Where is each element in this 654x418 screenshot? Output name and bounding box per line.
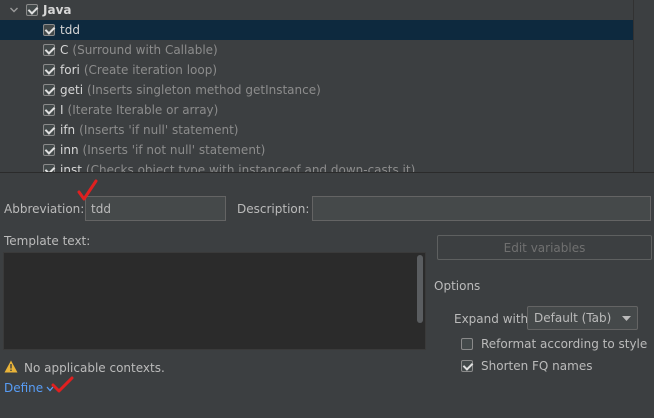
tree-item[interactable]: inst (Checks object type with instanceof… xyxy=(0,160,633,172)
description-label: Description: xyxy=(237,202,310,216)
item-abbreviation: tdd xyxy=(60,23,80,37)
annotation-checkmark xyxy=(51,376,74,393)
template-text-editor[interactable] xyxy=(3,252,426,350)
edit-variables-label: Edit variables xyxy=(503,240,586,255)
expand-with-label: Expand with xyxy=(454,312,529,326)
item-abbreviation: I xyxy=(60,103,64,117)
item-checkbox[interactable] xyxy=(43,24,55,36)
reformat-label: Reformat according to style xyxy=(481,337,648,351)
item-checkbox[interactable] xyxy=(43,144,55,156)
reformat-checkbox[interactable] xyxy=(461,338,473,350)
item-checkbox[interactable] xyxy=(43,84,55,96)
item-description: (Create iteration loop) xyxy=(83,63,218,77)
tree-item[interactable]: geti (Inserts singleton method getInstan… xyxy=(0,80,633,100)
item-checkbox[interactable] xyxy=(43,64,55,76)
item-abbreviation: geti xyxy=(60,83,84,97)
warning-text: No applicable contexts. xyxy=(24,361,165,375)
warning-icon xyxy=(4,360,18,376)
item-abbreviation: fori xyxy=(60,63,80,77)
abbreviation-input[interactable]: tdd xyxy=(85,196,226,221)
edit-variables-button[interactable]: Edit variables xyxy=(437,235,652,260)
panel-divider[interactable] xyxy=(0,172,654,173)
tree-group-java[interactable]: Java xyxy=(0,0,633,20)
reformat-option[interactable]: Reformat according to style xyxy=(461,337,647,351)
template-text-label: Template text: xyxy=(4,234,91,248)
define-label: Define xyxy=(4,381,44,395)
tree-item[interactable]: tdd xyxy=(0,20,633,40)
item-checkbox[interactable] xyxy=(43,124,55,136)
group-checkbox[interactable] xyxy=(26,4,38,16)
shorten-checkbox[interactable] xyxy=(461,360,473,372)
item-checkbox[interactable] xyxy=(43,164,55,172)
dropdown-arrow-icon xyxy=(622,311,631,325)
description-input[interactable] xyxy=(312,196,651,221)
editor-scrollbar[interactable] xyxy=(417,255,423,323)
expand-with-select[interactable]: Default (Tab) xyxy=(527,306,638,330)
context-warning: No applicable contexts. xyxy=(4,360,165,376)
tree-item[interactable]: ifn (Inserts 'if null' statement) xyxy=(0,120,633,140)
item-description: (Inserts 'if null' statement) xyxy=(79,123,239,137)
shorten-label: Shorten FQ names xyxy=(481,359,593,373)
tree-scrollbar[interactable] xyxy=(633,0,654,172)
options-title: Options xyxy=(434,279,481,293)
define-link[interactable]: Define xyxy=(4,381,54,395)
tree-item[interactable]: fori (Create iteration loop) xyxy=(0,60,633,80)
chevron-down-icon[interactable] xyxy=(8,4,20,16)
item-checkbox[interactable] xyxy=(43,44,55,56)
tree-item[interactable]: inn (Inserts 'if not null' statement) xyxy=(0,140,633,160)
group-label: Java xyxy=(43,3,72,17)
template-tree[interactable]: Java tdd C (Surround with Callable) fori… xyxy=(0,0,633,172)
shorten-option[interactable]: Shorten FQ names xyxy=(461,359,592,373)
abbreviation-label: Abbreviation: xyxy=(4,202,85,216)
item-description: (Surround with Callable) xyxy=(72,43,218,57)
expand-with-value: Default (Tab) xyxy=(534,311,612,325)
item-abbreviation: inst xyxy=(60,163,82,172)
item-abbreviation: inn xyxy=(60,143,79,157)
annotation-checkmark xyxy=(77,179,98,201)
tree-item[interactable]: I (Iterate Iterable or array) xyxy=(0,100,633,120)
item-abbreviation: ifn xyxy=(60,123,76,137)
item-description: (Iterate Iterable or array) xyxy=(67,103,219,117)
item-description: (Inserts singleton method getInstance) xyxy=(87,83,321,97)
item-description: (Checks object type with instanceof and … xyxy=(85,163,416,172)
tree-item[interactable]: C (Surround with Callable) xyxy=(0,40,633,60)
item-description: (Inserts 'if not null' statement) xyxy=(82,143,266,157)
item-checkbox[interactable] xyxy=(43,104,55,116)
item-abbreviation: C xyxy=(60,43,69,57)
